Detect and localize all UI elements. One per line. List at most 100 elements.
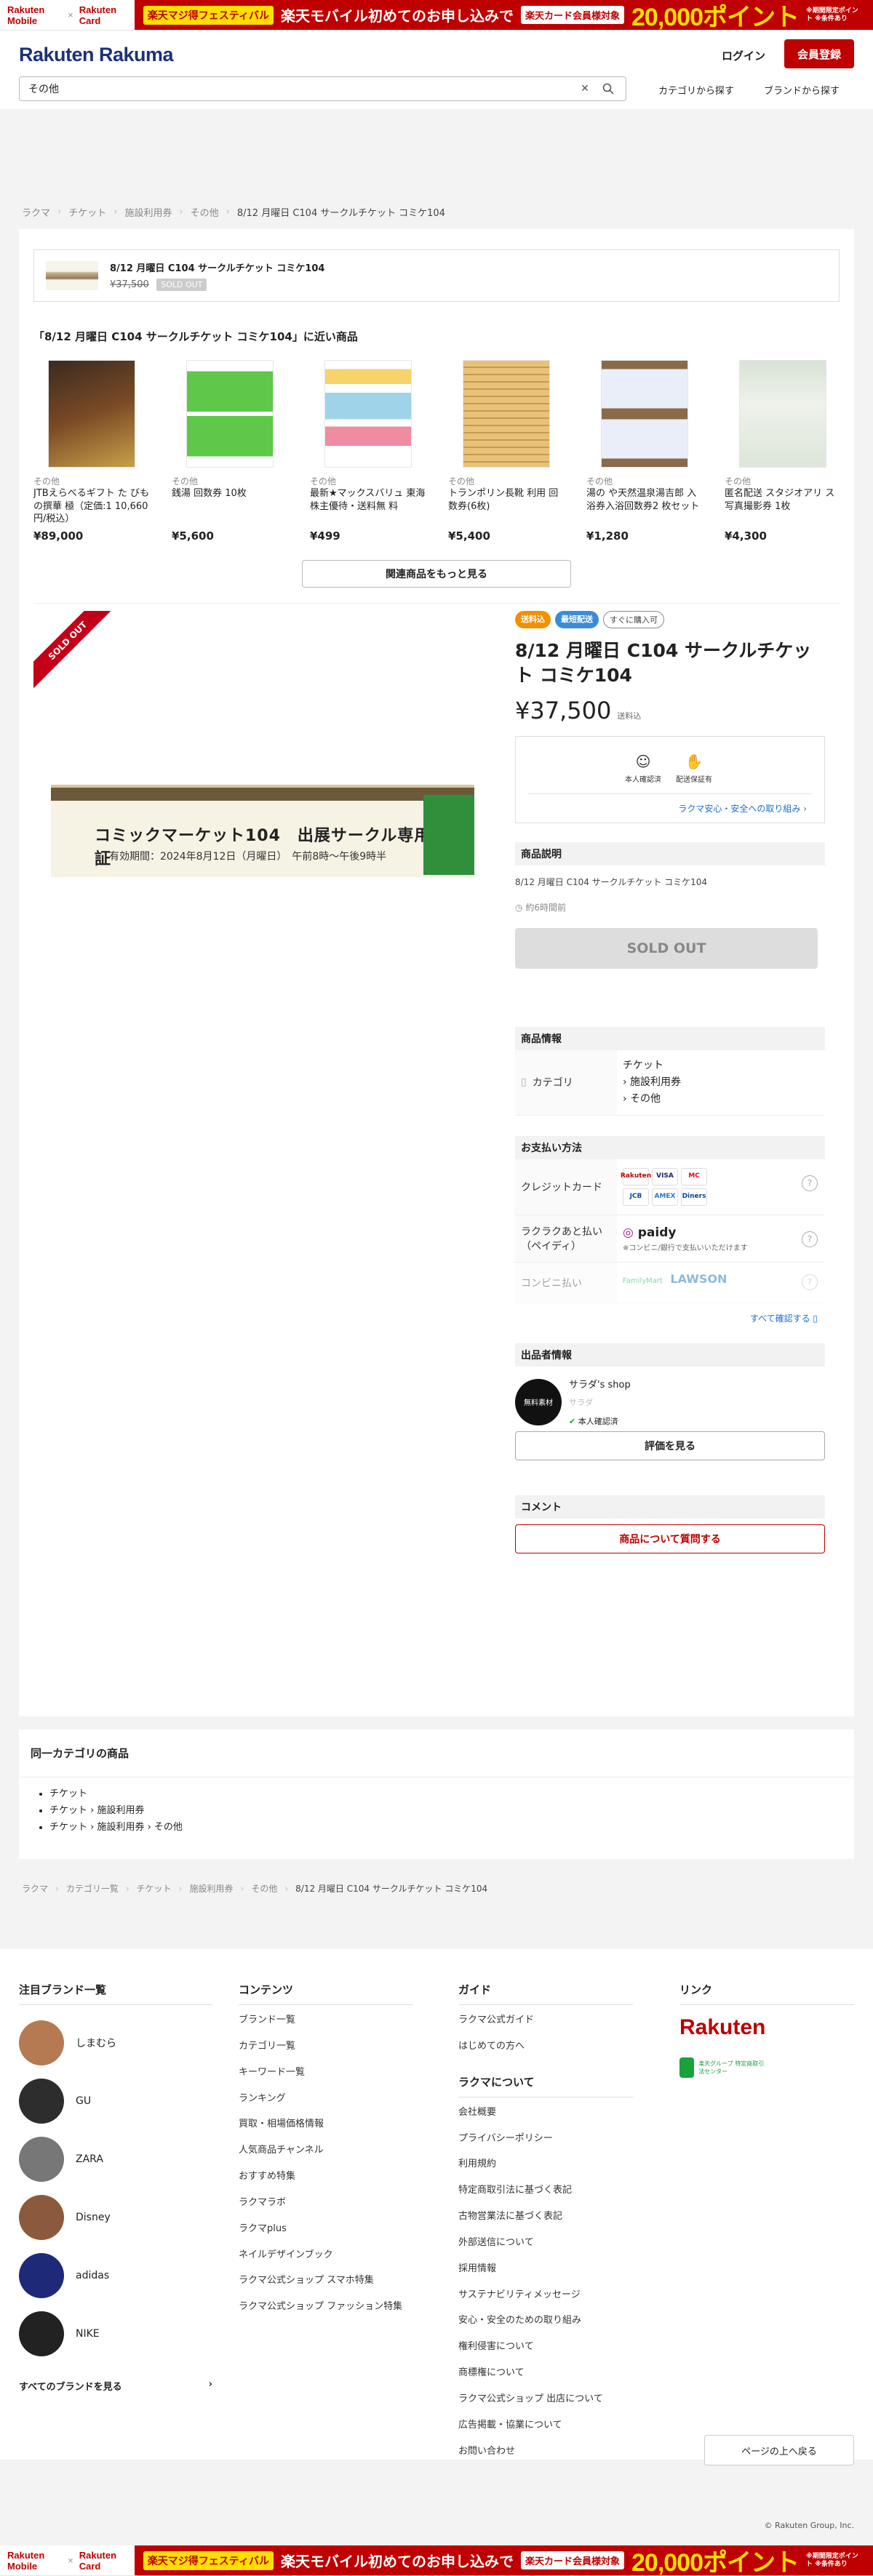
search-by-category-link[interactable]: カテゴリから探す — [658, 83, 734, 97]
category-link[interactable]: チケット › 施設利用券 › その他 — [49, 1822, 183, 1833]
brand-link[interactable]: Disney — [19, 2188, 212, 2247]
clock-icon: ◷ — [515, 902, 523, 913]
footer-link[interactable]: 利用規約 — [458, 2158, 633, 2172]
search-input[interactable] — [28, 83, 570, 95]
breadcrumb-item[interactable]: その他 — [251, 1882, 277, 1895]
footer-link[interactable]: ラクマ公式ショップ スマホ特集 — [239, 2274, 413, 2288]
ask-question-button[interactable]: 商品について質問する — [515, 1524, 825, 1554]
footer-link[interactable]: ランキング — [239, 2092, 413, 2106]
footer-link[interactable]: サステナビリティメッセージ — [458, 2289, 633, 2303]
payment-heading: お支払い方法 — [515, 1135, 825, 1159]
diners-icon: Diners — [681, 1188, 707, 1206]
rakuten-logo-link[interactable]: Rakuten — [679, 2015, 854, 2040]
brand-link[interactable]: しまむら — [19, 2014, 212, 2072]
clear-icon[interactable]: ✕ — [576, 80, 594, 97]
view-ratings-button[interactable]: 評価を見る — [515, 1431, 825, 1461]
item-main-panel: 8/12 月曜日 C104 サークルチケット コミケ104 ¥37,500 SO… — [19, 229, 854, 1716]
footer-link[interactable]: ラクマplus — [239, 2223, 413, 2236]
footer-guide: ガイド ラクマ公式ガイド はじめての方へ ラクマについて 会社概要 プライバシー… — [458, 1982, 633, 2471]
similar-item[interactable]: その他 トランポリン長靴 利用 回数券(6枚) ¥5,400 — [448, 360, 565, 543]
footer-link[interactable]: 古物営業法に基づく表記 — [458, 2210, 633, 2224]
more-related-button[interactable]: 関連商品をもっと見る — [302, 560, 571, 588]
seller-profile[interactable]: 無料素材 サラダ's shop サラダ ✔ 本人確認済 — [515, 1377, 825, 1427]
footer-link[interactable]: おすすめ特集 — [239, 2170, 413, 2184]
see-all-payments-link[interactable]: すべて確認する ▯ — [750, 1313, 818, 1324]
brand-link[interactable]: ZARA — [19, 2130, 212, 2188]
login-button[interactable]: ログイン — [711, 42, 776, 69]
similar-item[interactable]: その他 JTBえらべるギフト た びもの撰華 極（定価:1 10,660円/税込… — [33, 360, 150, 543]
footer-link[interactable]: 外部送信について — [458, 2236, 633, 2250]
footer-link[interactable]: ラクマラボ — [239, 2196, 413, 2210]
brand-image — [19, 2311, 64, 2356]
rakuten-mobile-logo: Rakuten Mobile — [7, 2549, 45, 2572]
category-link[interactable]: チケット — [49, 1788, 87, 1799]
brand-image — [19, 2195, 64, 2240]
footer-link[interactable]: 人気商品チャンネル — [239, 2144, 413, 2158]
divider — [33, 603, 840, 604]
footer-link[interactable]: ネイルデザインブック — [239, 2249, 413, 2263]
footer-link[interactable]: 権利侵害について — [458, 2340, 633, 2354]
footer-link[interactable]: ラクマ公式ショップ 出店について — [458, 2393, 633, 2407]
consumer-center-link[interactable]: 楽天グループ 特定商取引法センター — [679, 2057, 767, 2078]
footer-link[interactable]: 商標権について — [458, 2367, 633, 2380]
safety-link[interactable]: ラクマ安心・安全への取り組み › — [678, 802, 807, 815]
back-to-top-button[interactable]: ページの上へ戻る — [704, 2435, 854, 2465]
category-link[interactable]: チケット › 施設利用券 — [49, 1805, 144, 1816]
similar-item[interactable]: その他 銭湯 回数券 10枚 ¥5,600 — [172, 360, 288, 543]
rakuma-logo[interactable]: Rakuten Rakuma — [19, 44, 174, 66]
item-thumbnail — [48, 360, 135, 468]
footer-link[interactable]: 採用情報 — [458, 2263, 633, 2276]
copyright: © Rakuten Group, Inc. — [0, 2473, 873, 2544]
breadcrumb-item[interactable]: 施設利用券 — [124, 205, 172, 219]
breadcrumb-item[interactable]: ラクマ — [22, 1882, 48, 1895]
visa-icon: VISA — [652, 1167, 678, 1185]
footer-link[interactable]: 特定商取引法に基づく表記 — [458, 2184, 633, 2198]
brand-link[interactable]: NIKE — [19, 2305, 212, 2363]
rakuten-card-icon: Rakuten — [621, 1167, 651, 1185]
register-button[interactable]: 会員登録 — [784, 39, 854, 68]
footer-link[interactable]: 買取・相場価格情報 — [239, 2118, 413, 2132]
footer-link[interactable]: ブランド一覧 — [239, 2014, 413, 2028]
breadcrumb-item[interactable]: チケット — [68, 205, 106, 219]
similar-item[interactable]: その他 最新★マックスバリュ 東海株主優待・送料無 料 ¥499 — [310, 360, 426, 543]
help-icon[interactable]: ? — [802, 1175, 818, 1191]
breadcrumb-item[interactable]: 施設利用券 — [189, 1882, 233, 1895]
category-link[interactable]: チケット — [623, 1060, 663, 1071]
footer-link[interactable]: ラクマ公式ショップ ファッション特集 — [239, 2300, 413, 2314]
footer-link[interactable]: ラクマ公式ガイド — [458, 2014, 633, 2028]
footer-link[interactable]: 会社概要 — [458, 2106, 633, 2120]
footer-brands: 注目ブランド一覧 しまむら GU ZARA Disney adidas NIKE… — [19, 1983, 212, 2393]
footer-link[interactable]: カテゴリ一覧 — [239, 2040, 413, 2054]
footer-link[interactable]: キーワード一覧 — [239, 2066, 413, 2080]
all-brands-link[interactable]: すべてのブランドを見る › — [19, 2379, 212, 2393]
category-link[interactable]: › その他 — [623, 1093, 661, 1105]
promo-banner-bottom[interactable]: Rakuten Mobile × Rakuten Card 楽天マジ得フェスティ… — [0, 2545, 873, 2576]
breadcrumb-item[interactable]: チケット — [137, 1882, 172, 1895]
footer-link[interactable]: 安心・安全のための取り組み — [458, 2314, 633, 2328]
item-description: 8/12 月曜日 C104 サークルチケット コミケ104 — [515, 876, 708, 887]
search-by-brand-link[interactable]: ブランドから探す — [764, 83, 840, 97]
footer-link[interactable]: 広告掲載・協業について — [458, 2419, 633, 2433]
help-icon[interactable]: ? — [802, 1231, 818, 1247]
avatar: 無料素材 — [515, 1378, 562, 1425]
breadcrumb-item[interactable]: ラクマ — [22, 205, 50, 219]
footer-link[interactable]: お問い合わせ — [458, 2445, 633, 2459]
rakuten-card-logo: Rakuten Card — [79, 4, 117, 26]
promo-banner-top[interactable]: Rakuten Mobile × Rakuten Card 楽天マジ得フェスティ… — [0, 0, 873, 31]
breadcrumb-item[interactable]: カテゴリ一覧 — [66, 1882, 119, 1895]
item-title: 8/12 月曜日 C104 サークルチケット コミケ104 — [515, 640, 812, 686]
similar-item[interactable]: その他 湯の や天然温泉湯吉郎 入浴券入浴回数券2 枚セット ¥1,280 — [586, 360, 703, 543]
brand-link[interactable]: adidas — [19, 2247, 212, 2305]
footer-link[interactable]: プライバシーポリシー — [458, 2132, 633, 2146]
item-image-gallery[interactable]: SOLD OUT コミックマーケット104 出展サークル専用通行証 有効期間：2… — [33, 611, 485, 1105]
similar-item[interactable]: その他 匿名配送 スタジオアリ ス 写真撮影券 1枚 ¥4,300 — [725, 360, 841, 543]
breadcrumb-item[interactable]: その他 — [191, 205, 219, 219]
search-icon[interactable] — [599, 80, 617, 97]
item-tags: 送料込 最短配送 すぐに購入可 — [515, 611, 825, 628]
rakuten-mobile-logo: Rakuten Mobile — [7, 4, 45, 26]
footer-link[interactable]: はじめての方へ — [458, 2040, 633, 2054]
brand-link[interactable]: GU — [19, 2072, 212, 2130]
mini-item-summary[interactable]: 8/12 月曜日 C104 サークルチケット コミケ104 ¥37,500 SO… — [33, 249, 840, 302]
category-link[interactable]: › 施設利用券 — [623, 1076, 681, 1088]
sold-out-button[interactable]: SOLD OUT — [515, 927, 818, 969]
